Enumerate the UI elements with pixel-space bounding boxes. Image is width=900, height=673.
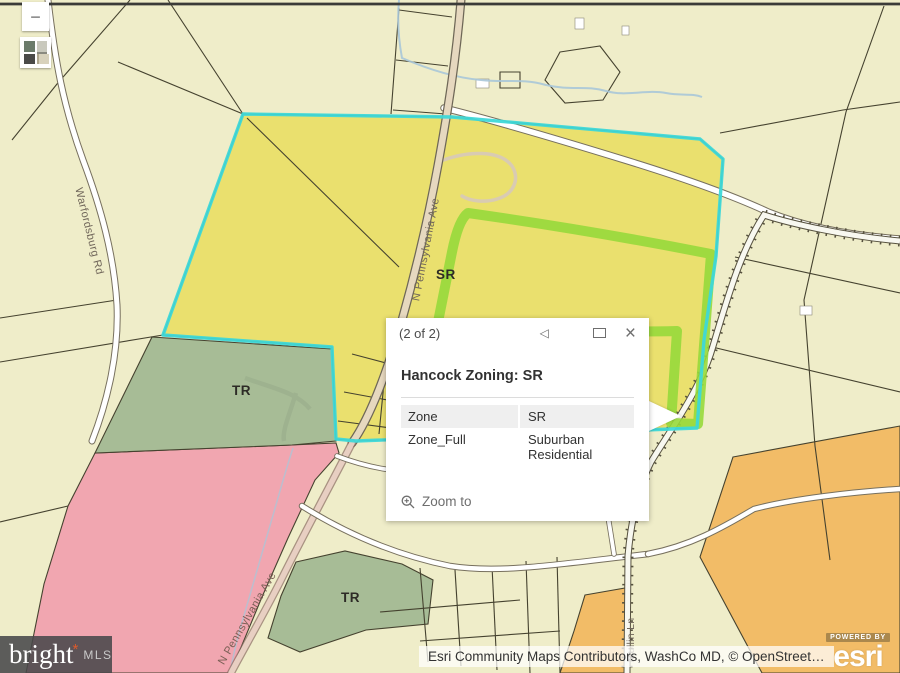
basemap-thumbnail [37,54,50,65]
popup-title: Hancock Zoning: SR [401,368,634,384]
table-row: Zone_Full Suburban Residential [401,428,634,466]
mls-wordmark: MLS [83,648,112,662]
basemap-thumbnail [37,41,48,54]
bright-wordmark: bright [9,636,74,673]
previous-feature-icon[interactable]: ◁ [540,326,549,340]
feature-popup: (2 of 2) ◁ × Hancock Zoning: SR Zone SR … [386,318,649,521]
basemap-gallery-button[interactable] [20,37,51,68]
zoom-out-button[interactable]: − [22,2,49,31]
minus-icon: − [30,8,41,26]
zoom-to-label: Zoom to [422,494,472,509]
zone-label-tr-lower: TR [341,590,360,605]
map-attribution: Esri Community Maps Contributors, WashCo… [419,646,834,667]
field-value-cell: SR [520,405,634,428]
popup-callout-pointer [649,401,681,431]
basemap-thumbnail [24,54,35,65]
zone-label-tr-upper: TR [232,383,251,398]
basemap-thumbnail [24,41,35,52]
popup-header: (2 of 2) ◁ × [386,318,649,348]
magnifier-plus-icon [401,495,415,509]
field-value-cell: Suburban Residential [520,428,634,466]
dock-icon[interactable] [593,328,606,338]
zoom-to-button[interactable]: Zoom to [401,494,472,509]
zone-label-sr: SR [436,267,456,282]
table-row: Zone SR [401,405,634,428]
powered-by-esri-logo: POWERED BY esri [818,626,898,670]
popup-pagination: (2 of 2) [399,326,540,341]
field-name-cell: Zone_Full [401,428,518,466]
popup-body: Hancock Zoning: SR Zone SR Zone_Full Sub… [386,368,649,466]
bright-star-icon: * [73,641,79,658]
map-stage[interactable]: SR TR TR N Pennsylvania Ave N Pennsylvan… [0,0,900,673]
esri-wordmark: esri [818,644,898,670]
popup-divider [401,397,634,398]
field-name-cell: Zone [401,405,518,428]
attribute-table: Zone SR Zone_Full Suburban Residential [401,405,634,466]
bright-mls-logo: bright* MLS [0,636,112,673]
close-icon[interactable]: × [625,324,636,343]
